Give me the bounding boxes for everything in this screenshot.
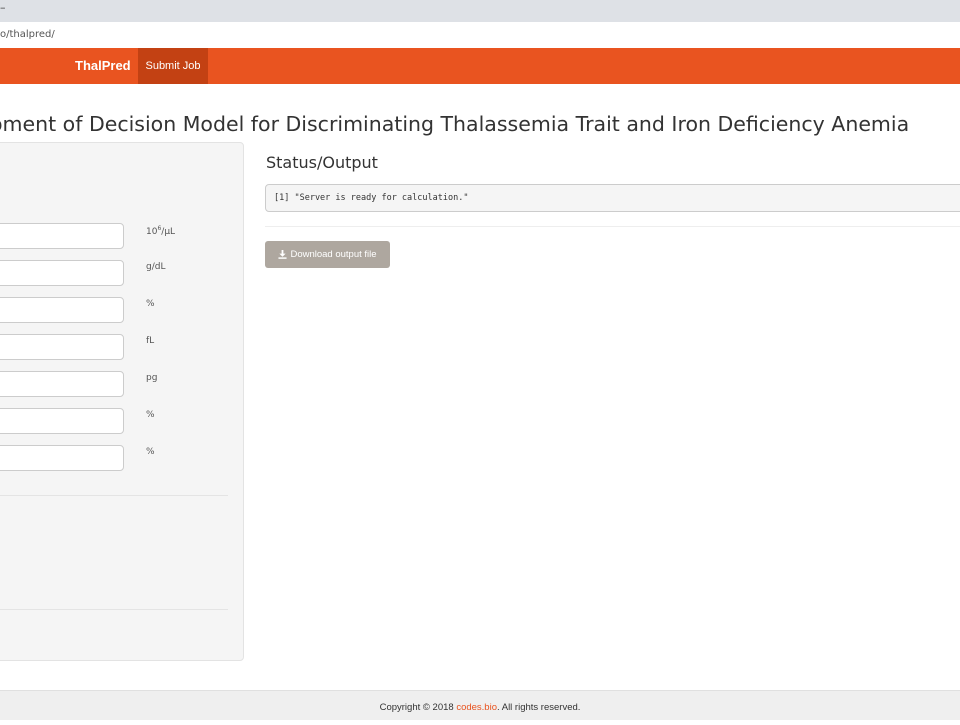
browser-tab-strip: –: [0, 0, 960, 22]
page-title: oment of Decision Model for Discriminati…: [0, 112, 910, 136]
mch-unit-label: pg: [146, 373, 158, 383]
download-icon: [278, 250, 288, 259]
tab-glyph: –: [0, 1, 6, 14]
status-output-heading: Status/Output: [266, 153, 378, 172]
status-console: [1] "Server is ready for calculation.": [265, 184, 960, 212]
navbar: ThalPred Submit Job: [0, 48, 960, 84]
hb-unit-label: g/dL: [146, 262, 166, 272]
url-text[interactable]: o/thalpred/: [0, 29, 55, 40]
mchc-input[interactable]: [0, 408, 124, 434]
hb-input[interactable]: [0, 260, 124, 286]
footer-link-codes-bio[interactable]: codes.bio: [456, 702, 497, 713]
hct-input[interactable]: [0, 297, 124, 323]
panel-divider: [0, 609, 228, 610]
rbc-input[interactable]: [0, 223, 124, 249]
output-divider: [265, 226, 960, 227]
rbc-unit-label: 106/µL: [146, 225, 176, 237]
panel-divider: [0, 495, 228, 496]
input-panel: 106/µL g/dL % fL pg % %: [0, 142, 244, 661]
footer-rights: . All rights reserved.: [496, 702, 581, 713]
rdw-unit-label: %: [146, 447, 155, 457]
nav-item-submit-job[interactable]: Submit Job: [138, 48, 208, 84]
mchc-unit-label: %: [146, 410, 155, 420]
mch-input[interactable]: [0, 371, 124, 397]
footer: Copyright © 2018 codes.bio. All rights r…: [0, 690, 960, 720]
mcv-input[interactable]: [0, 334, 124, 360]
download-button-label: Download output file: [290, 249, 377, 260]
navbar-brand[interactable]: ThalPred: [75, 48, 131, 84]
hct-unit-label: %: [146, 299, 155, 309]
footer-copyright: Copyright © 2018: [379, 702, 457, 713]
rdw-input[interactable]: [0, 445, 124, 471]
download-output-button[interactable]: Download output file: [265, 241, 390, 268]
mcv-unit-label: fL: [146, 336, 155, 346]
address-bar[interactable]: o/thalpred/: [0, 22, 960, 49]
